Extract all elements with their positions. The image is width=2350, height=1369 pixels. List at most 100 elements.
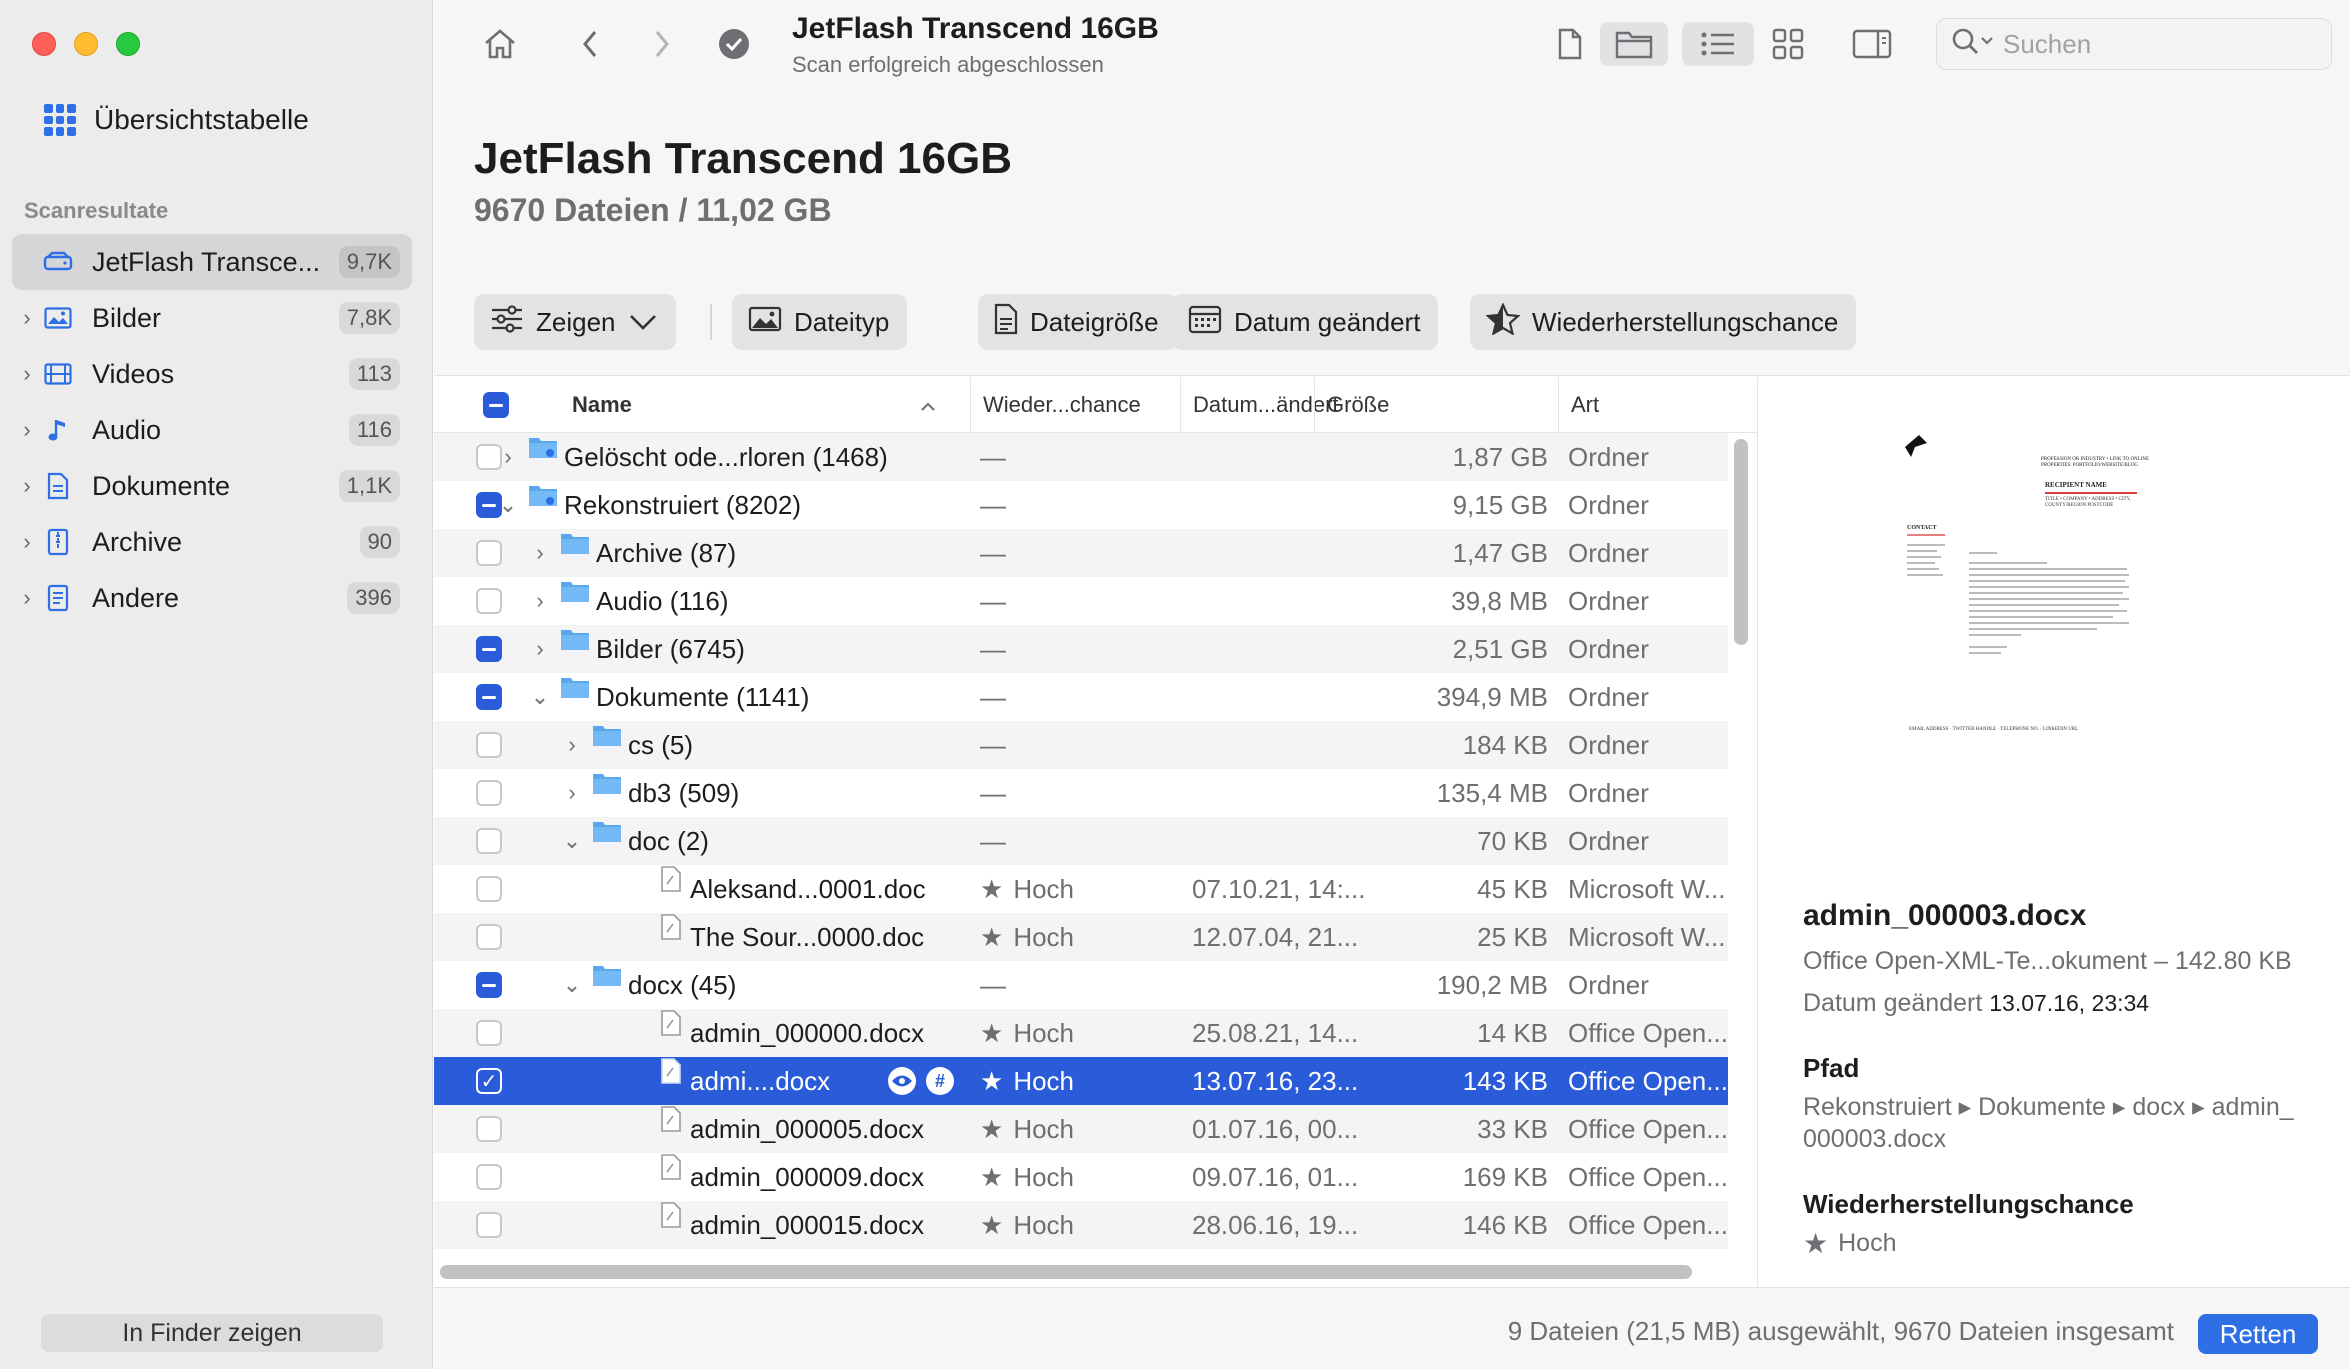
row-checkbox[interactable] [476, 876, 502, 902]
table-row[interactable]: Aleksand...0001.doc ★ Hoch 07.10.21, 14:.… [434, 865, 1728, 913]
file-view-icon[interactable] [1548, 22, 1592, 66]
table-header: Name Wieder...chance Datum...ändert Größ… [434, 377, 1757, 433]
hash-icon[interactable]: # [926, 1067, 954, 1095]
chevron-down-icon[interactable]: ⌄ [558, 961, 586, 1009]
sidebar-toggle-icon[interactable] [1850, 22, 1894, 66]
column-header-chance[interactable]: Wieder...chance [970, 377, 1180, 433]
table-row[interactable]: admin_000000.docx ★ Hoch 25.08.21, 14... … [434, 1009, 1728, 1057]
column-header-name[interactable]: Name [572, 377, 952, 433]
row-chance: ★ Hoch [980, 1161, 1075, 1192]
select-all-checkbox[interactable] [483, 392, 509, 418]
document-icon [994, 303, 1018, 342]
table-row[interactable]: › db3 (509) — 135,4 MB Ordner [434, 769, 1728, 817]
chevron-right-icon[interactable]: › [526, 625, 554, 673]
folder-view-icon[interactable] [1600, 22, 1668, 66]
table-row[interactable]: › Gelöscht ode...rloren (1468) — 1,87 GB… [434, 433, 1728, 481]
grid-icon [44, 104, 76, 136]
chevron-down-icon[interactable]: ⌄ [526, 673, 554, 721]
table-row[interactable]: ⌄ Dokumente (1141) — 394,9 MB Ordner [434, 673, 1728, 721]
chevron-right-icon[interactable]: › [12, 585, 42, 611]
grid-view-icon[interactable] [1766, 22, 1810, 66]
table-row[interactable]: › Archive (87) — 1,47 GB Ordner [434, 529, 1728, 577]
table-row[interactable]: admin_000005.docx ★ Hoch 01.07.16, 00... … [434, 1105, 1728, 1153]
sidebar-item-bilder[interactable]: › Bilder 7,8K [12, 290, 412, 346]
row-checkbox[interactable]: ✓ [476, 1068, 502, 1094]
row-checkbox[interactable] [476, 828, 502, 854]
table-row[interactable]: admin_000015.docx ★ Hoch 28.06.16, 19... … [434, 1201, 1728, 1249]
table-row[interactable]: ⌄ docx (45) — 190,2 MB Ordner [434, 961, 1728, 1009]
chevron-right-icon[interactable]: › [558, 769, 586, 817]
row-checkbox[interactable] [476, 1116, 502, 1142]
row-kind: Office Open... [1568, 1017, 1728, 1048]
row-checkbox[interactable] [476, 636, 502, 662]
show-filter-button[interactable]: Zeigen [474, 294, 676, 350]
row-checkbox[interactable] [476, 972, 502, 998]
zoom-window-button[interactable] [116, 32, 140, 56]
row-checkbox[interactable] [476, 732, 502, 758]
table-row[interactable]: › Audio (116) — 39,8 MB Ordner [434, 577, 1728, 625]
image-icon [748, 306, 782, 339]
back-chevron-icon[interactable] [568, 22, 612, 66]
row-checkbox[interactable] [476, 1212, 502, 1238]
chevron-right-icon[interactable]: › [12, 473, 42, 499]
row-size: 9,15 GB [1452, 489, 1548, 520]
sidebar-item-archive[interactable]: › Archive 90 [12, 514, 412, 570]
document-thumbnail[interactable]: PROFESSION OR INDUSTRY • LINK TO ONLINE … [1897, 413, 2167, 753]
column-header-kind[interactable]: Art [1558, 377, 1728, 433]
row-checkbox[interactable] [476, 588, 502, 614]
table-row[interactable]: ⌄ Rekonstruiert (8202) — 9,15 GB Ordner [434, 481, 1728, 529]
sidebar-item-audio[interactable]: › Audio 116 [12, 402, 412, 458]
chevron-down-icon[interactable]: ⌄ [558, 817, 586, 865]
horizontal-scrollbar[interactable] [440, 1265, 1692, 1279]
row-checkbox[interactable] [476, 924, 502, 950]
chevron-right-icon[interactable]: › [12, 529, 42, 555]
table-row[interactable]: admin_000009.docx ★ Hoch 09.07.16, 01... … [434, 1153, 1728, 1201]
row-size: 39,8 MB [1451, 585, 1548, 616]
filesize-filter-button[interactable]: Dateigröße [978, 294, 1177, 350]
column-header-date[interactable]: Datum...ändert [1180, 377, 1339, 433]
sidebar-item-videos[interactable]: › Videos 113 [12, 346, 412, 402]
table-row-selected[interactable]: ✓ admi....docx # ★ Hoch 13.07.16, 23... 1… [434, 1057, 1728, 1105]
chevron-down-icon[interactable]: ⌄ [494, 481, 522, 529]
chevron-right-icon[interactable]: › [558, 721, 586, 769]
table-row[interactable]: ⌄ doc (2) — 70 KB Ordner [434, 817, 1728, 865]
star-icon: ★ [980, 1161, 1004, 1192]
row-checkbox[interactable] [476, 780, 502, 806]
search-input[interactable] [2003, 28, 2303, 60]
sidebar-item-andere[interactable]: › Andere 396 [12, 570, 412, 626]
row-checkbox[interactable] [476, 540, 502, 566]
thumbnail-address: TITLE • COMPANY • ADDRESS • CITY, COUNTY… [2045, 497, 2131, 508]
eye-icon[interactable] [888, 1067, 916, 1095]
sidebar-item-jetflash[interactable]: JetFlash Transce... 9,7K [12, 234, 412, 290]
filetype-filter-button[interactable]: Dateityp [732, 294, 908, 350]
row-checkbox[interactable] [476, 1164, 502, 1190]
column-header-size[interactable]: Größe [1314, 377, 1440, 433]
chevron-right-icon[interactable]: › [526, 577, 554, 625]
chevron-right-icon[interactable]: › [526, 529, 554, 577]
chevron-right-icon[interactable]: › [12, 305, 42, 331]
minimize-window-button[interactable] [74, 32, 98, 56]
table-row[interactable]: The Sour...0000.doc ★ Hoch 12.07.04, 21..… [434, 913, 1728, 961]
table-row[interactable]: › cs (5) — 184 KB Ordner [434, 721, 1728, 769]
list-view-icon[interactable] [1682, 22, 1754, 66]
row-checkbox[interactable] [476, 1020, 502, 1046]
row-chance: — [980, 489, 1006, 520]
recovery-chance-filter-button[interactable]: Wiederherstellungschance [1470, 294, 1857, 350]
star-icon: ★ [980, 1113, 1004, 1144]
date-filter-button[interactable]: Datum geändert [1172, 294, 1439, 350]
search-field[interactable] [1936, 18, 2332, 70]
vertical-scrollbar[interactable] [1734, 439, 1748, 645]
row-checkbox[interactable] [476, 684, 502, 710]
chevron-right-icon[interactable]: › [494, 433, 522, 481]
sidebar-item-dokumente[interactable]: › Dokumente 1,1K [12, 458, 412, 514]
chevron-right-icon[interactable]: › [12, 361, 42, 387]
close-window-button[interactable] [32, 32, 56, 56]
chevron-right-icon[interactable]: › [12, 417, 42, 443]
docx-file-icon [654, 1057, 688, 1085]
forward-chevron-icon[interactable] [640, 22, 684, 66]
overview-table-item[interactable]: Übersichtstabelle [44, 104, 309, 136]
table-row[interactable]: › Bilder (6745) — 2,51 GB Ordner [434, 625, 1728, 673]
home-icon[interactable] [478, 22, 522, 66]
recover-button[interactable]: Retten [2198, 1314, 2318, 1354]
show-in-finder-button[interactable]: In Finder zeigen [41, 1314, 383, 1352]
